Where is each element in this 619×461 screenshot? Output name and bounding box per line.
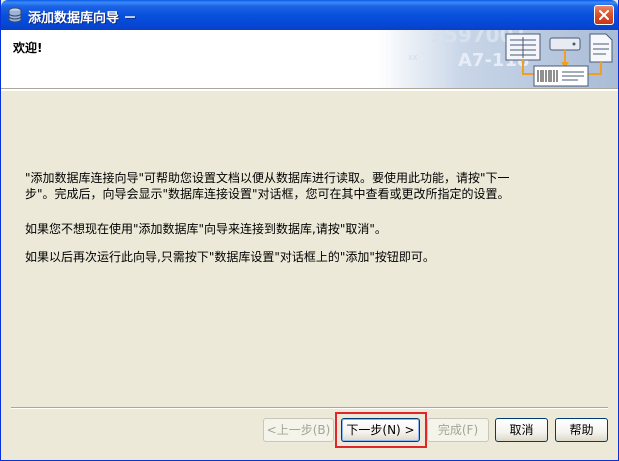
banner-number-3: XX <box>408 54 418 62</box>
finish-button[interactable]: 完成(F) <box>427 418 489 442</box>
wizard-header: 欢迎! 3597001 A7-118 XX <box>1 30 618 88</box>
close-button[interactable] <box>594 5 614 25</box>
intro-paragraph: "添加数据库连接向导"可帮助您设置文档以便从数据库进行读取。要使用此功能，请按"… <box>25 171 510 201</box>
window-title: 添加数据库向导 － <box>28 11 137 26</box>
wizard-window: 添加数据库向导 － 欢迎! 3597001 A7-118 XX "添加数据库连接… <box>0 0 619 461</box>
back-button[interactable]: <上一步(B) <box>263 418 334 442</box>
next-button-highlight <box>335 412 427 448</box>
page-title: 欢迎! <box>13 41 43 55</box>
help-button[interactable]: 帮助 <box>555 418 608 442</box>
header-divider <box>1 88 618 91</box>
cancel-button[interactable]: 取消 <box>495 418 548 442</box>
rerun-paragraph: 如果以后再次运行此向导,只需按下"数据库设置"对话框上的"添加"按钮即可。 <box>25 250 435 264</box>
footer-divider <box>11 407 608 409</box>
close-icon <box>599 10 609 20</box>
database-icon <box>8 7 22 23</box>
cancel-paragraph: 如果您不想现在使用"添加数据库"向导来连接到数据库,请按"取消"。 <box>25 222 387 236</box>
title-bar[interactable]: 添加数据库向导 － <box>1 0 618 30</box>
banner-illustration: 3597001 A7-118 XX <box>378 30 618 88</box>
